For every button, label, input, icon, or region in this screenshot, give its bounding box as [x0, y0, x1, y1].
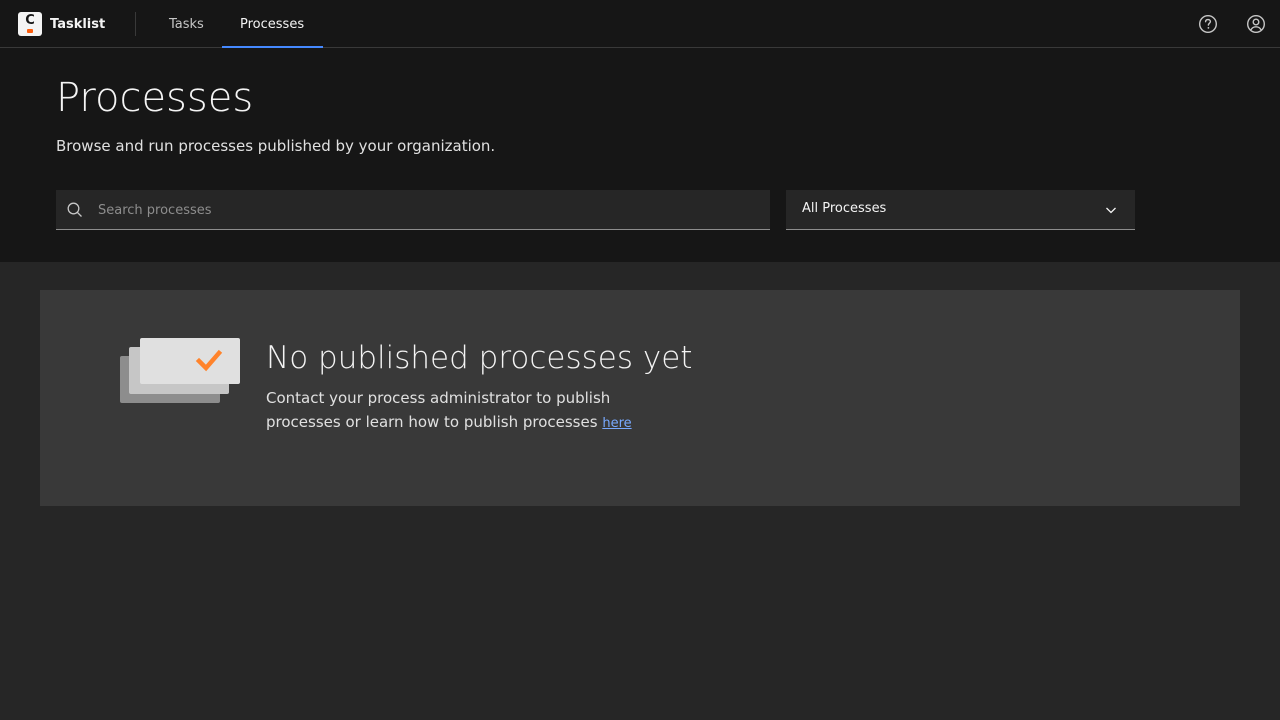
learn-more-link[interactable]: here	[602, 416, 631, 431]
brand-link[interactable]: C Tasklist	[18, 12, 105, 36]
nav-tab-label: Tasks	[169, 16, 204, 32]
user-profile-button[interactable]	[1240, 8, 1272, 40]
search-input[interactable]	[96, 190, 756, 230]
help-circle-icon	[1198, 14, 1218, 34]
page-title: Processes	[56, 75, 254, 121]
nav-tab-tasks[interactable]: Tasks	[151, 0, 222, 48]
empty-state-card: No published processes yet Contact your …	[40, 290, 1240, 506]
user-avatar-icon	[1246, 14, 1266, 34]
empty-processes-illustration	[120, 338, 240, 403]
search-box	[56, 190, 770, 230]
nav-tab-label: Processes	[240, 16, 305, 32]
process-filter-dropdown[interactable]: All Processes	[786, 190, 1135, 230]
empty-state-title: No published processes yet	[266, 340, 693, 376]
app-header: C Tasklist Tasks Processes	[0, 0, 1280, 49]
camunda-logo-icon: C	[18, 12, 42, 36]
filter-selected-value: All Processes	[802, 201, 887, 216]
app-name: Tasklist	[50, 16, 106, 32]
empty-state-description: Contact your process administrator to pu…	[266, 386, 666, 436]
header-divider	[135, 12, 136, 36]
main-content: No published processes yet Contact your …	[0, 262, 1280, 720]
logo-letter: C	[25, 13, 35, 28]
help-button[interactable]	[1192, 8, 1224, 40]
processes-header-section: Processes Browse and run processes publi…	[0, 48, 1280, 262]
search-icon	[66, 201, 84, 219]
chevron-down-icon	[1106, 207, 1116, 214]
nav-tab-processes[interactable]: Processes	[222, 0, 323, 49]
logo-accent	[27, 29, 33, 33]
page-subtitle: Browse and run processes published by yo…	[56, 137, 496, 155]
empty-state-text: Contact your process administrator to pu…	[266, 389, 611, 431]
